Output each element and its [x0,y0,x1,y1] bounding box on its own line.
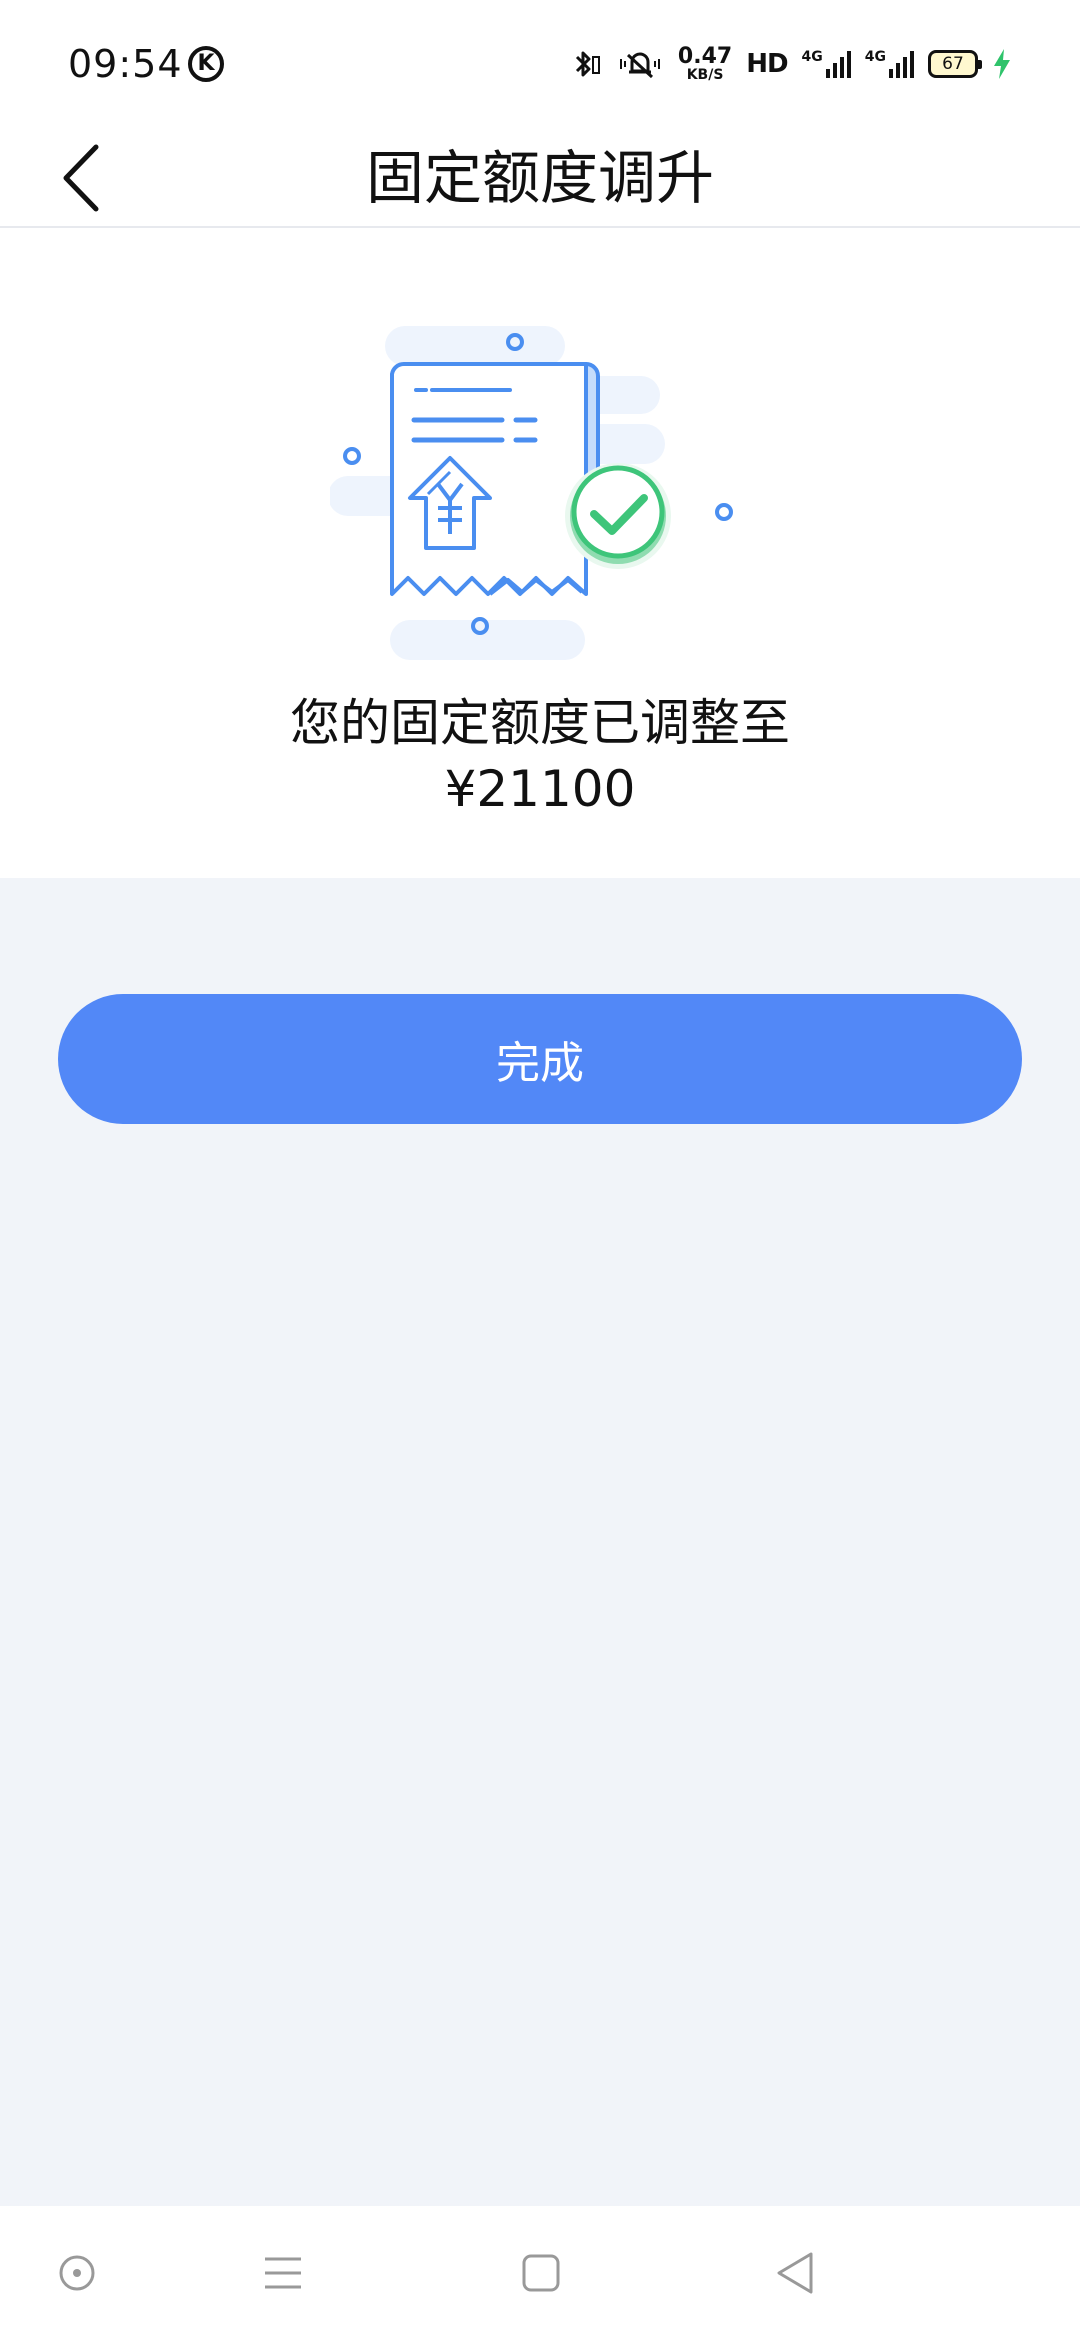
bluetooth-icon [568,47,602,81]
nav-header: 固定额度调升 [0,130,1080,228]
status-icons: 0.47 KB/S HD 4G 4G 67 [568,42,1012,86]
done-button[interactable]: 完成 [58,994,1022,1124]
signal-icon-2: 4G [865,49,914,79]
signal-icon: 4G [802,49,851,79]
status-time: 09:54 [68,42,183,86]
triangle-back-icon [777,2252,813,2294]
result-text: 您的固定额度已调整至 ¥21100 [0,690,1080,822]
signal-1-label: 4G [801,49,823,65]
battery-indicator: 67 [928,50,982,78]
system-back-button[interactable] [750,2206,840,2340]
charging-icon [992,47,1012,81]
status-bar: 09:54 K 0.47 KB/S HD 4G 4G 67 [0,0,1080,130]
menu-lines-icon [265,2257,301,2289]
result-amount: ¥21100 [444,760,636,818]
network-speed: 0.47 KB/S [677,44,733,83]
square-icon [522,2254,560,2292]
page-title: 固定额度调升 [365,144,714,212]
system-nav-bar [0,2206,1080,2340]
assistant-button[interactable] [32,2206,122,2340]
circle-dot-icon [59,2255,95,2291]
home-button[interactable] [496,2206,586,2340]
receipt-with-check-illustration [328,326,750,666]
k-app-icon: K [188,46,224,82]
menu-button[interactable] [238,2206,328,2340]
network-speed-unit: KB/S [686,67,724,83]
signal-2-label: 4G [864,49,886,65]
vibrate-icon [616,47,664,81]
hd-label: HD [746,49,788,79]
result-message: 您的固定额度已调整至 [290,694,790,752]
network-speed-value: 0.47 [677,44,733,69]
result-card: 您的固定额度已调整至 ¥21100 [0,228,1080,878]
